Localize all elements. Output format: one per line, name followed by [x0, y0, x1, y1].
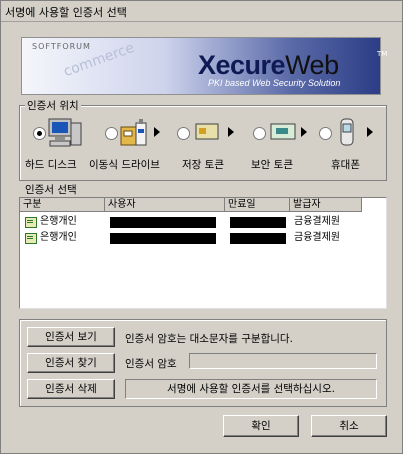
cell-issuer: 금융결제원 — [294, 216, 340, 227]
column-header-type[interactable]: 구분 — [20, 198, 105, 212]
radio-hard-disk[interactable] — [33, 127, 46, 140]
redacted-user — [110, 217, 216, 228]
banner-tagline: PKI based Web Security Solution — [208, 78, 341, 88]
radio-security-token[interactable] — [253, 127, 266, 140]
mobile-phone-icon — [340, 118, 354, 146]
location-group-label: 인증서 위치 — [25, 98, 81, 113]
delete-cert-button[interactable]: 인증서 삭제 — [27, 379, 115, 399]
xecureweb-logo: XecureWeb — [198, 50, 339, 81]
device-label-mobile-phone: 휴대폰 — [331, 159, 360, 171]
case-sensitive-notice: 인증서 암호는 대소문자를 구분합니다. — [125, 333, 293, 345]
password-label: 인증서 암호 — [125, 358, 177, 370]
title-bar: 서명에 사용할 인증서 선택 — [1, 1, 402, 22]
table-row[interactable]: 은행개인 금융결제원 — [20, 215, 384, 229]
cell-issuer: 금융결제원 — [294, 232, 340, 243]
password-input[interactable] — [189, 353, 377, 369]
find-cert-button[interactable]: 인증서 찾기 — [27, 353, 115, 373]
device-label-removable-drive: 이동식 드라이브 — [89, 159, 160, 171]
removable-drive-icon — [120, 119, 147, 146]
storage-token-arrow-icon — [228, 127, 234, 137]
removable-arrow-icon — [154, 127, 160, 137]
device-label-hard-disk: 하드 디스크 — [25, 159, 77, 171]
device-label-security-token: 보안 토큰 — [251, 159, 293, 171]
logo-light: Web — [285, 50, 339, 80]
trademark-mark: TM — [377, 50, 388, 58]
cancel-button[interactable]: 취소 — [311, 415, 387, 437]
table-row[interactable]: 은행개인 금융결제원 — [20, 231, 384, 245]
radio-mobile-phone[interactable] — [319, 127, 332, 140]
ok-button[interactable]: 확인 — [223, 415, 299, 437]
storage-token-icon — [195, 123, 219, 140]
cert-list[interactable]: 구분 사용자 만료일 발급자 은행개인 금융결제원 은행개인 금융결제원 — [19, 197, 387, 309]
cert-list-label: 인증서 선택 — [25, 184, 77, 196]
cell-type: 은행개인 — [40, 216, 77, 227]
device-label-storage-token: 저장 토큰 — [182, 159, 224, 171]
certificate-icon — [25, 233, 37, 244]
cell-type: 은행개인 — [40, 232, 77, 243]
computer-icon — [48, 118, 82, 147]
logo-bold: Xecure — [198, 50, 286, 80]
redacted-user — [110, 233, 216, 244]
softforum-brand: SOFTFORUM — [32, 42, 91, 51]
column-header-issuer[interactable]: 발급자 — [290, 198, 362, 212]
certificate-dialog: 서명에 사용할 인증서 선택 SOFTFORUM commerce Xecure… — [0, 0, 403, 454]
certificate-icon — [25, 217, 37, 228]
redacted-expiry — [230, 217, 286, 228]
column-header-expiry[interactable]: 만료일 — [225, 198, 290, 212]
xecureweb-banner: SOFTFORUM commerce XecureWeb TM PKI base… — [21, 37, 387, 95]
security-token-arrow-icon — [301, 127, 307, 137]
mobile-phone-arrow-icon — [367, 127, 373, 137]
view-cert-button[interactable]: 인증서 보기 — [27, 327, 115, 347]
radio-removable-drive[interactable] — [105, 127, 118, 140]
column-header-user[interactable]: 사용자 — [105, 198, 225, 212]
redacted-expiry — [230, 233, 286, 244]
status-message: 서명에 사용할 인증서를 선택하십시오. — [125, 379, 377, 399]
window-title: 서명에 사용할 인증서 선택 — [5, 6, 127, 19]
radio-storage-token[interactable] — [177, 127, 190, 140]
